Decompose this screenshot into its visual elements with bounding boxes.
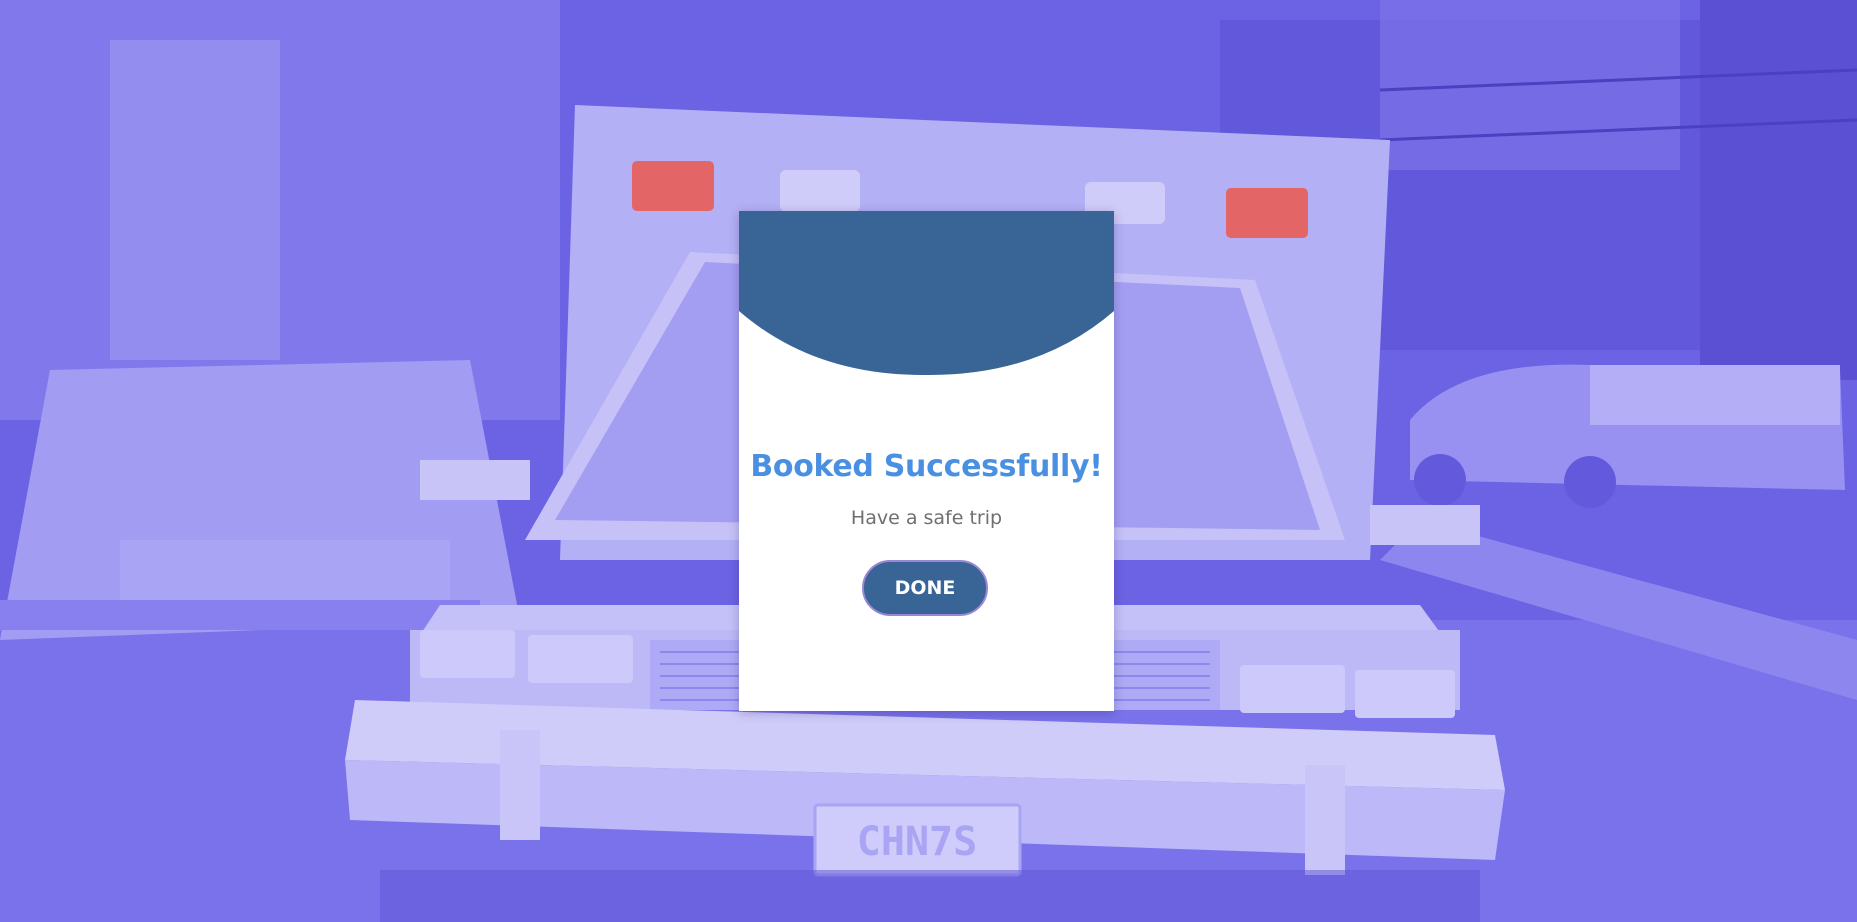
dialog-title: Booked Successfully! bbox=[750, 449, 1103, 484]
license-plate-text: CHN7S bbox=[857, 819, 977, 865]
done-button[interactable]: DONE bbox=[862, 560, 988, 616]
dialog-subtitle: Have a safe trip bbox=[850, 507, 1003, 529]
background-scene: CHN7S Booked Successfully! Have a safe t… bbox=[0, 0, 1857, 922]
dialog-header-curve bbox=[739, 211, 1114, 376]
booking-success-dialog: Booked Successfully! Have a safe trip DO… bbox=[739, 211, 1114, 711]
